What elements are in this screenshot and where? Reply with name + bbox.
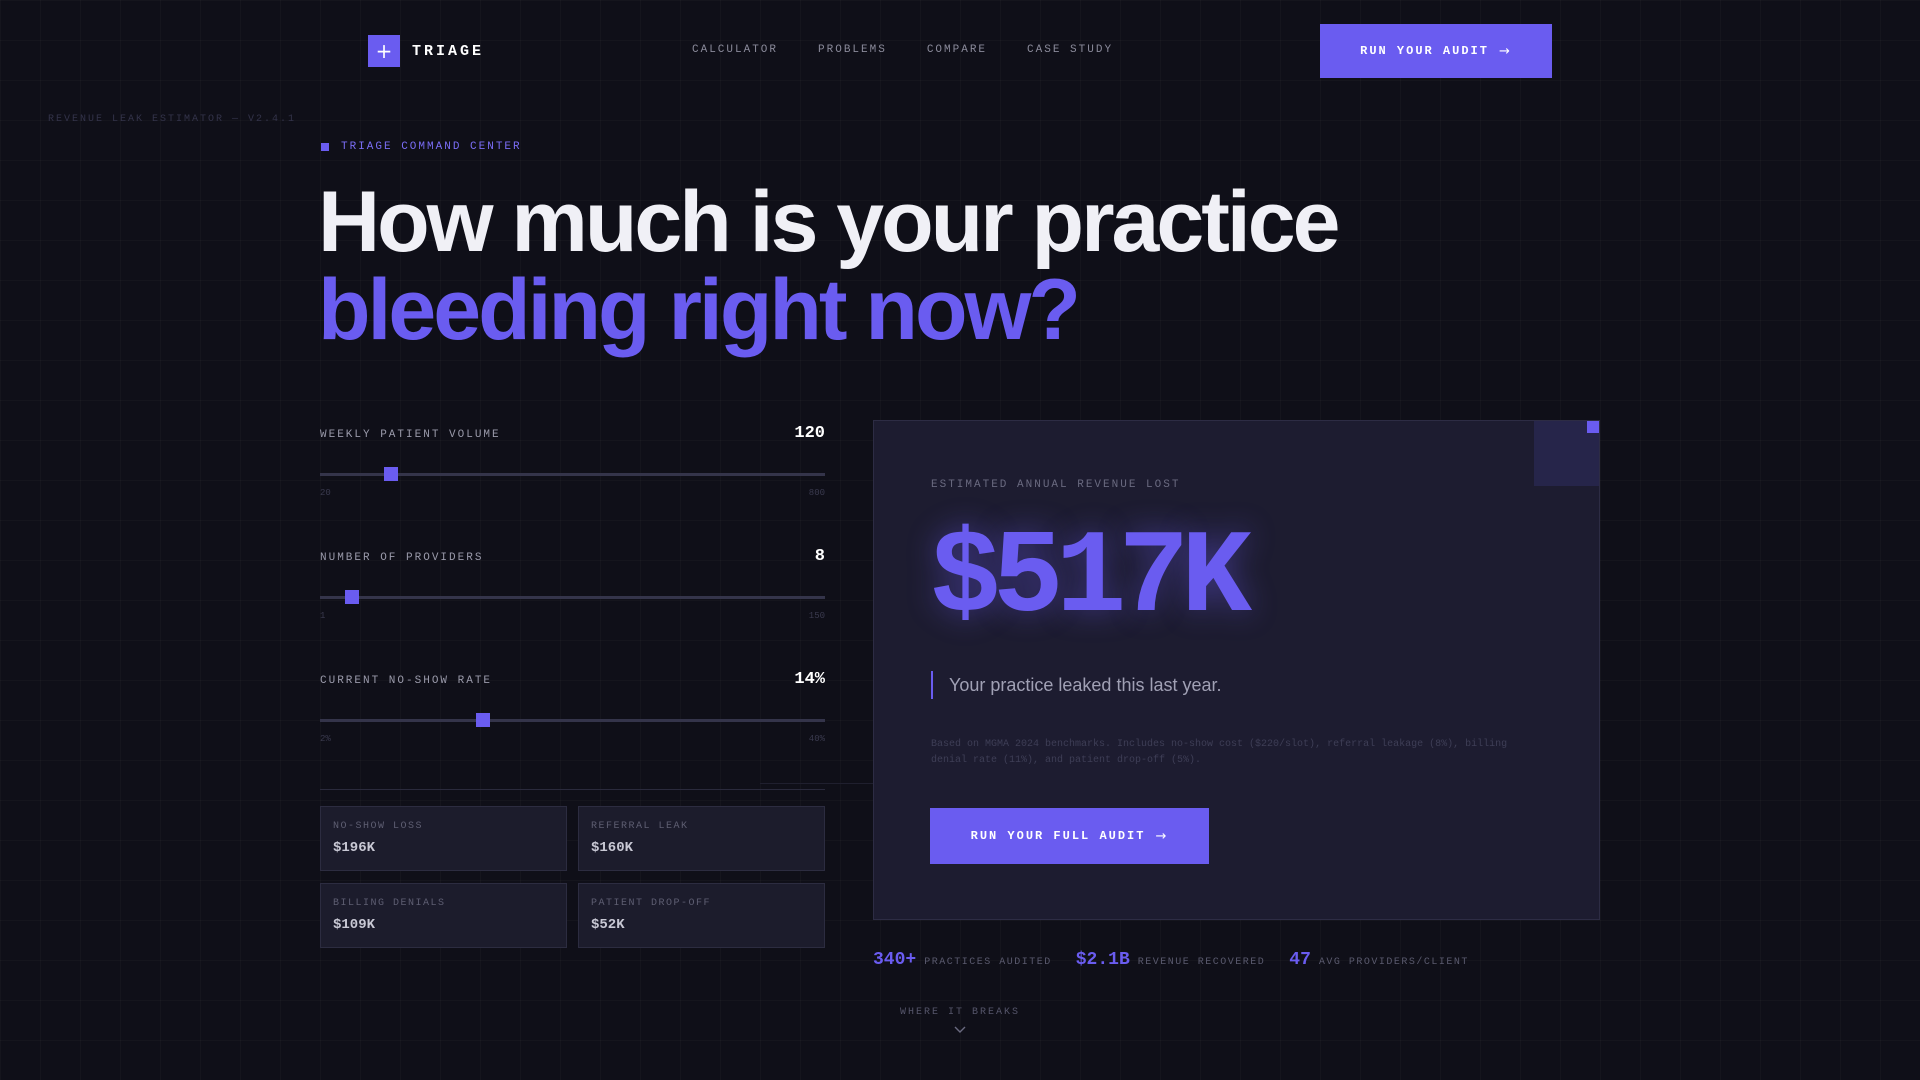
eyebrow-text: TRIAGE COMMAND CENTER — [341, 141, 522, 153]
square-bullet-icon — [321, 143, 329, 151]
slider-thumb[interactable] — [476, 713, 491, 727]
stat-revenue-recovered: $2.1B REVENUE RECOVERED — [1076, 950, 1266, 970]
nav-link-compare[interactable]: COMPARE — [927, 44, 987, 56]
divider — [320, 789, 825, 790]
slider-track[interactable] — [320, 467, 825, 481]
slider-min: 1 — [320, 611, 326, 621]
chevron-down-icon[interactable] — [952, 1022, 968, 1038]
metric-value: $52K — [591, 917, 625, 933]
slider-weekly-patient-volume: WEEKLY PATIENT VOLUME 120 20 800 — [320, 424, 825, 498]
run-audit-button[interactable]: RUN YOUR AUDIT → — [1320, 24, 1552, 78]
slider-min: 20 — [320, 488, 331, 498]
slider-min: 2% — [320, 734, 331, 744]
slider-value: 120 — [794, 424, 825, 443]
stat-label: PRACTICES AUDITED — [924, 957, 1052, 968]
result-subtitle: Your practice leaked this last year. — [931, 671, 1222, 699]
nav-link-case-study[interactable]: CASE STUDY — [1027, 44, 1113, 56]
stat-value: 47 — [1289, 950, 1311, 970]
headline-line-1: How much is your practice — [318, 174, 1340, 270]
stat-label: AVG PROVIDERS/CLIENT — [1318, 957, 1469, 968]
top-nav: + TRIAGE CALCULATOR PROBLEMS COMPARE CAS… — [0, 0, 1920, 102]
headline-line-2: bleeding right now? — [318, 262, 1081, 358]
metric-label: NO-SHOW LOSS — [333, 821, 424, 832]
divider — [760, 783, 873, 784]
brand-logo[interactable]: + TRIAGE — [368, 35, 484, 67]
slider-track[interactable] — [320, 590, 825, 604]
slider-value: 8 — [814, 547, 825, 566]
slider-label: NUMBER OF PROVIDERS — [320, 552, 484, 564]
run-full-audit-button[interactable]: RUN YOUR FULL AUDIT → — [930, 808, 1209, 864]
plus-icon: + — [368, 35, 400, 67]
metric-label: BILLING DENIALS — [333, 898, 446, 909]
slider-max: 800 — [808, 488, 825, 498]
version-label: REVENUE LEAK ESTIMATOR — V2.4.1 — [48, 114, 297, 125]
metric-patient-drop-off: PATIENT DROP-OFF $52K — [578, 883, 825, 948]
brand-name: TRIAGE — [412, 42, 485, 60]
slider-max: 40% — [808, 734, 825, 744]
stat-avg-providers: 47 AVG PROVIDERS/CLIENT — [1289, 950, 1469, 970]
result-card: ESTIMATED ANNUAL REVENUE LOST $517K Your… — [873, 420, 1600, 920]
arrow-right-icon: → — [1498, 43, 1512, 59]
stat-practices-audited: 340+ PRACTICES AUDITED — [873, 950, 1052, 970]
run-audit-label: RUN YOUR AUDIT — [1360, 44, 1489, 58]
stat-label: REVENUE RECOVERED — [1137, 957, 1266, 968]
slider-number-of-providers: NUMBER OF PROVIDERS 8 1 150 — [320, 547, 825, 621]
slider-track[interactable] — [320, 713, 825, 727]
card-corner-dot — [1587, 421, 1599, 433]
result-label: ESTIMATED ANNUAL REVENUE LOST — [931, 479, 1181, 491]
nav-links: CALCULATOR PROBLEMS COMPARE CASE STUDY — [692, 44, 1113, 56]
result-footnote: Based on MGMA 2024 benchmarks. Includes … — [931, 739, 1508, 766]
result-value: $517K — [930, 513, 1252, 646]
nav-link-calculator[interactable]: CALCULATOR — [692, 44, 778, 56]
eyebrow: TRIAGE COMMAND CENTER — [321, 141, 522, 153]
scroll-hint-link[interactable]: WHERE IT BREAKS — [900, 1007, 1020, 1018]
loss-breakdown: NO-SHOW LOSS $196K REFERRAL LEAK $160K B… — [320, 806, 825, 948]
run-full-audit-label: RUN YOUR FULL AUDIT — [970, 829, 1146, 843]
metric-label: REFERRAL LEAK — [591, 821, 689, 832]
slider-label: WEEKLY PATIENT VOLUME — [320, 429, 501, 441]
slider-thumb[interactable] — [383, 467, 398, 481]
stats-row: 340+ PRACTICES AUDITED $2.1B REVENUE REC… — [873, 950, 1469, 970]
page-title: How much is your practice bleeding right… — [318, 174, 1340, 358]
stat-value: 340+ — [873, 950, 917, 970]
slider-value: 14% — [794, 670, 825, 689]
stat-value: $2.1B — [1075, 950, 1130, 970]
metric-label: PATIENT DROP-OFF — [591, 898, 712, 909]
slider-max: 150 — [808, 611, 825, 621]
metric-value: $196K — [333, 840, 376, 856]
slider-label: CURRENT NO-SHOW RATE — [320, 675, 493, 687]
metric-no-show-loss: NO-SHOW LOSS $196K — [320, 806, 567, 871]
slider-no-show-rate: CURRENT NO-SHOW RATE 14% 2% 40% — [320, 670, 825, 744]
metric-referral-leak: REFERRAL LEAK $160K — [578, 806, 825, 871]
arrow-right-icon: → — [1155, 828, 1169, 844]
nav-link-problems[interactable]: PROBLEMS — [818, 44, 887, 56]
slider-thumb[interactable] — [344, 590, 359, 604]
metric-value: $160K — [591, 840, 634, 856]
metric-value: $109K — [333, 917, 376, 933]
metric-billing-denials: BILLING DENIALS $109K — [320, 883, 567, 948]
